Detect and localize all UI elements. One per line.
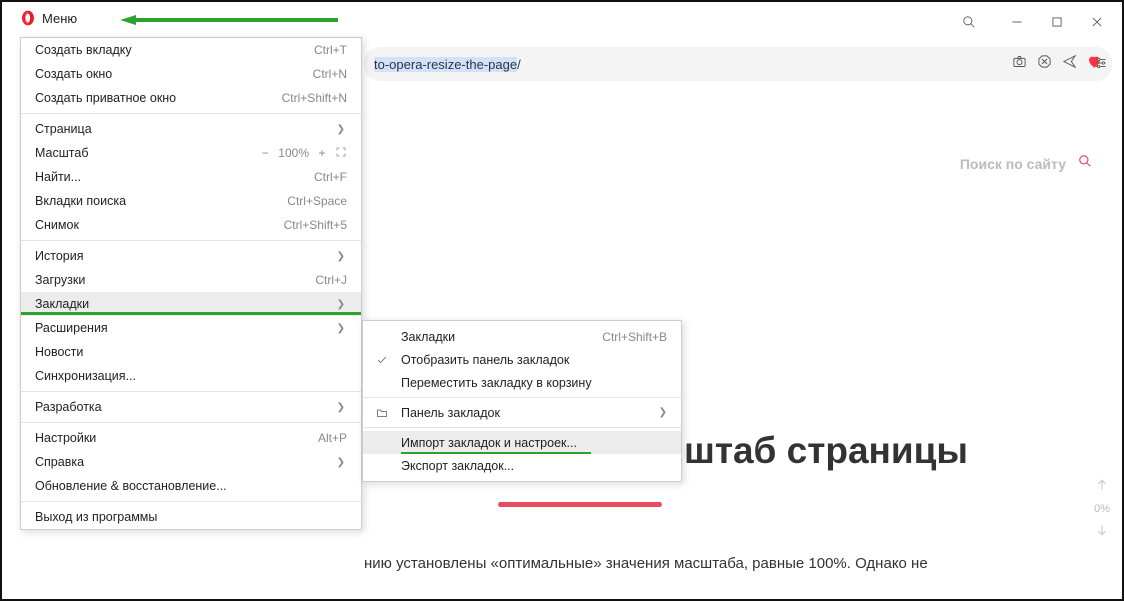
- menu-news[interactable]: Новости: [21, 340, 361, 364]
- opera-logo-icon: [20, 10, 36, 26]
- menu-snapshot[interactable]: Снимок Ctrl+Shift+5: [21, 213, 361, 237]
- main-menu: Создать вкладку Ctrl+T Создать окно Ctrl…: [20, 37, 362, 530]
- maximize-button[interactable]: [1040, 8, 1074, 36]
- menu-find[interactable]: Найти... Ctrl+F: [21, 165, 361, 189]
- menu-help[interactable]: Справка❯: [21, 450, 361, 474]
- page-heading: штаб страницы: [684, 430, 968, 472]
- menu-label: Меню: [42, 11, 77, 26]
- url-text: to-opera-resize-the-page/: [374, 57, 521, 72]
- submenu-import-bookmarks[interactable]: Импорт закладок и настроек...: [363, 431, 681, 454]
- search-icon[interactable]: [1078, 154, 1092, 173]
- minimize-button[interactable]: [1000, 8, 1034, 36]
- menu-bookmarks[interactable]: Закладки❯: [21, 292, 361, 316]
- zoom-in-button[interactable]: +: [315, 146, 329, 160]
- menu-update-recovery[interactable]: Обновление & восстановление...: [21, 474, 361, 498]
- annotation-red-underline: [498, 502, 662, 507]
- site-search[interactable]: Поиск по сайту: [960, 154, 1092, 173]
- menu-downloads[interactable]: Загрузки Ctrl+J: [21, 268, 361, 292]
- submenu-export-bookmarks[interactable]: Экспорт закладок...: [363, 454, 681, 477]
- menu-settings[interactable]: Настройки Alt+P: [21, 426, 361, 450]
- block-icon[interactable]: [1037, 54, 1052, 74]
- zoom-percent: 0%: [1094, 503, 1110, 515]
- arrow-up-icon[interactable]: [1095, 478, 1109, 495]
- send-icon[interactable]: [1062, 54, 1077, 74]
- screenshot-icon[interactable]: [1012, 54, 1027, 74]
- menu-exit[interactable]: Выход из программы: [21, 505, 361, 529]
- annotation-arrow: [120, 14, 338, 26]
- folder-icon: [375, 406, 389, 420]
- menu-zoom[interactable]: Масштаб − 100% +: [21, 141, 361, 165]
- menu-history[interactable]: История❯: [21, 244, 361, 268]
- easy-setup-icon[interactable]: [1094, 56, 1108, 75]
- page-body-text: нию установлены «оптимальные» значения м…: [364, 552, 1072, 576]
- annotation-underline: [21, 312, 361, 315]
- menu-new-window[interactable]: Создать окно Ctrl+N: [21, 62, 361, 86]
- zoom-out-button[interactable]: −: [258, 146, 272, 160]
- arrow-down-icon[interactable]: [1095, 523, 1109, 540]
- chevron-right-icon: ❯: [659, 407, 667, 418]
- submenu-bookmarks-bar[interactable]: Панель закладок ❯: [363, 401, 681, 424]
- chevron-right-icon: ❯: [337, 323, 345, 334]
- menu-page[interactable]: Страница❯: [21, 117, 361, 141]
- check-icon: [375, 353, 389, 367]
- menu-sync[interactable]: Синхронизация...: [21, 364, 361, 388]
- chevron-right-icon: ❯: [337, 124, 345, 135]
- chevron-right-icon: ❯: [337, 299, 345, 310]
- submenu-show-bar[interactable]: Отобразить панель закладок: [363, 348, 681, 371]
- search-placeholder: Поиск по сайту: [960, 156, 1066, 172]
- zoom-sidebar: 0%: [1094, 478, 1110, 540]
- menu-developer[interactable]: Разработка❯: [21, 395, 361, 419]
- menu-new-tab[interactable]: Создать вкладку Ctrl+T: [21, 38, 361, 62]
- fullscreen-icon[interactable]: [335, 146, 347, 161]
- menu-extensions[interactable]: Расширения❯: [21, 316, 361, 340]
- close-button[interactable]: [1080, 8, 1114, 36]
- menu-search-tabs[interactable]: Вкладки поиска Ctrl+Space: [21, 189, 361, 213]
- submenu-move-to-trash[interactable]: Переместить закладку в корзину: [363, 371, 681, 394]
- opera-menu-button[interactable]: Меню: [20, 10, 77, 26]
- chevron-right-icon: ❯: [337, 457, 345, 468]
- submenu-bookmarks[interactable]: Закладки Ctrl+Shift+B: [363, 325, 681, 348]
- address-bar[interactable]: to-opera-resize-the-page/: [364, 47, 1112, 81]
- search-icon[interactable]: [952, 8, 986, 36]
- menu-new-private-window[interactable]: Создать приватное окно Ctrl+Shift+N: [21, 86, 361, 110]
- zoom-value: 100%: [278, 146, 309, 160]
- chevron-right-icon: ❯: [337, 402, 345, 413]
- chevron-right-icon: ❯: [337, 251, 345, 262]
- bookmarks-submenu: Закладки Ctrl+Shift+B Отобразить панель …: [362, 320, 682, 482]
